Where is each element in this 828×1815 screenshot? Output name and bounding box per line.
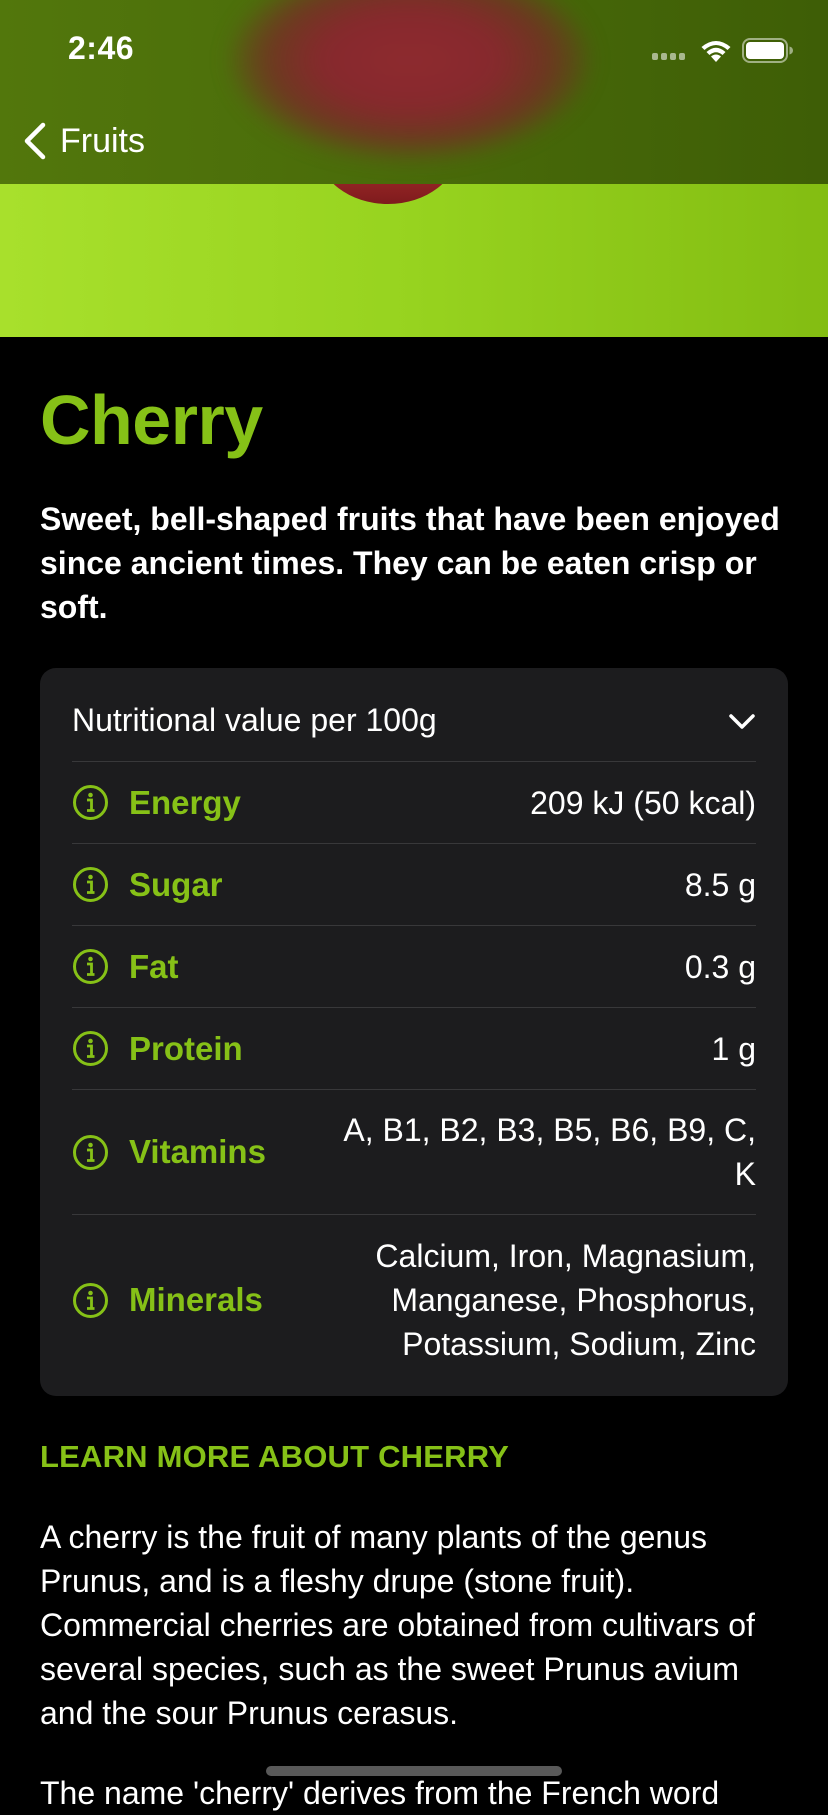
fruit-description-continued: The name 'cherry' derives from the Frenc… <box>40 1775 720 1811</box>
battery-icon <box>742 38 793 63</box>
nutrition-label-sugar: Sugar <box>129 865 223 903</box>
fruit-headline: Sweet, bell-shaped fruits that have been… <box>40 501 780 625</box>
nutrition-header-label: Nutritional value per 100g <box>72 702 437 738</box>
status-time: 2:46 <box>68 30 135 66</box>
wifi-icon <box>701 41 731 62</box>
back-button-label: Fruits <box>60 121 145 160</box>
cellular-signal-icon <box>652 53 685 60</box>
nutrition-row-energy: Energy 209 kJ (50 kcal) <box>72 762 756 844</box>
nutrition-value-vitamins: A, B1, B2, B3, B5, B6, B9, C, K <box>343 1112 756 1192</box>
info-icon[interactable] <box>72 948 109 985</box>
nutrition-row-protein: Protein 1 g <box>72 1008 756 1090</box>
nutrition-row-minerals: Minerals Calcium, Iron, Magnasium, Manga… <box>72 1215 756 1385</box>
nutrition-label-vitamins: Vitamins <box>129 1133 266 1170</box>
nutrition-row-vitamins: Vitamins A, B1, B2, B3, B5, B6, B9, C, K <box>72 1090 756 1215</box>
nutrition-value-minerals: Calcium, Iron, Magnasium, Manganese, Pho… <box>375 1238 756 1362</box>
nutrition-label-fat: Fat <box>129 947 179 985</box>
chevron-left-icon <box>24 122 46 160</box>
nutrition-row-fat: Fat 0.3 g <box>72 926 756 1008</box>
info-icon[interactable] <box>72 784 109 821</box>
info-icon[interactable] <box>72 866 109 903</box>
nutrition-card: Nutritional value per 100g Energy 209 kJ… <box>40 668 788 1396</box>
nutrition-label-protein: Protein <box>129 1029 243 1067</box>
back-button[interactable]: Fruits <box>22 118 145 164</box>
fruit-description: A cherry is the fruit of many plants of … <box>40 1519 755 1731</box>
nutrition-row-sugar: Sugar 8.5 g <box>72 844 756 926</box>
fruit-title: Cherry <box>40 381 263 459</box>
nutrition-value-protein: 1 g <box>711 1030 756 1067</box>
status-bar: 2:46 <box>0 0 828 100</box>
nutrition-value-fat: 0.3 g <box>684 948 756 985</box>
info-icon[interactable] <box>72 1134 109 1171</box>
nutrition-value-sugar: 8.5 g <box>684 866 756 903</box>
chevron-down-icon <box>729 713 755 729</box>
nutrition-value-energy: 209 kJ (50 kcal) <box>530 784 756 821</box>
nutrition-label-energy: Energy <box>129 783 241 821</box>
info-icon[interactable] <box>72 1030 109 1067</box>
learn-more-heading: LEARN MORE ABOUT CHERRY <box>40 1439 510 1474</box>
nutrition-label-minerals: Minerals <box>129 1281 263 1318</box>
info-icon[interactable] <box>72 1282 109 1319</box>
home-indicator[interactable] <box>266 1766 562 1776</box>
nutrition-disclosure-header[interactable]: Nutritional value per 100g <box>72 668 756 762</box>
